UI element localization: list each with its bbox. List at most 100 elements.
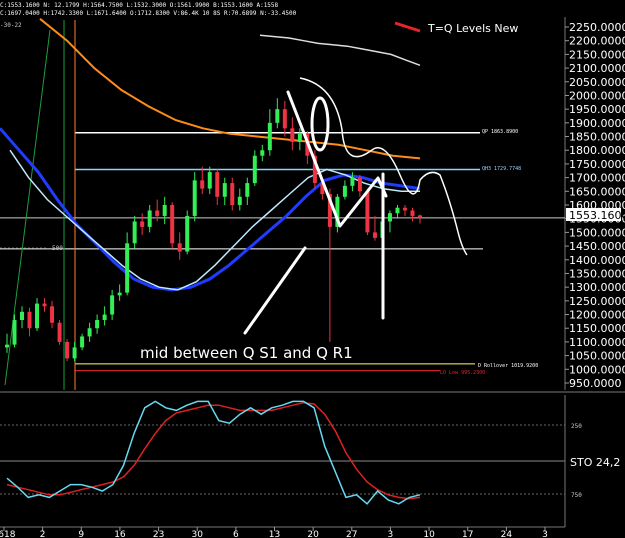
- level-label-rollover: D Rollover 1019.9200: [478, 363, 538, 369]
- chart-header-date: -30-22: [0, 22, 22, 29]
- chart-header-sub: C:1697.0400 H:1742.3300 L:1671.6400 O:17…: [0, 10, 297, 17]
- candle-body: [110, 295, 115, 315]
- price-tick-label: 1000.0000: [569, 363, 625, 376]
- price-tick-label: 2200.0000: [569, 35, 625, 48]
- candle-body: [230, 183, 235, 205]
- date-tick-label: 9: [78, 530, 84, 538]
- candle-body: [102, 314, 107, 321]
- candle-body: [395, 207, 400, 214]
- price-tick-label: 2100.0000: [569, 62, 625, 75]
- candle-body: [200, 180, 205, 189]
- candle-body: [365, 191, 370, 233]
- price-tick-label: 1650.0000: [569, 185, 625, 198]
- date-tick-label: 24: [501, 530, 513, 538]
- stoch-tick-top: 250: [571, 423, 582, 430]
- level-label-qh3: QH3 1729.7748: [482, 166, 521, 172]
- stoch-tick-bottom: 750: [571, 492, 582, 499]
- candle-body: [35, 303, 40, 329]
- date-tick-label: 23: [153, 530, 164, 538]
- price-tick-label: 1250.0000: [569, 295, 625, 308]
- price-tick-label: 1450.0000: [569, 240, 625, 253]
- date-tick-label: 6: [233, 530, 239, 538]
- candle-body: [20, 311, 25, 321]
- price-tick-label: 2150.0000: [569, 48, 625, 61]
- date-tick-label: 2: [40, 530, 46, 538]
- candle-body: [147, 210, 152, 227]
- current-price-label: 1553.1600: [569, 209, 625, 222]
- stochastic-pane: [0, 395, 566, 527]
- candle-body: [5, 344, 9, 348]
- candle-body: [215, 172, 220, 197]
- date-tick-label: 17: [462, 530, 473, 538]
- candle-body: [162, 205, 167, 216]
- date-tick-label: 30: [191, 530, 203, 538]
- candle-body: [357, 177, 362, 192]
- candle-body: [252, 155, 257, 184]
- candlesticks: [5, 98, 422, 362]
- drawing-diagonal: [243, 246, 307, 335]
- annotation-mid: mid between Q S1 and Q R1: [140, 344, 353, 362]
- price-tick-label: 2000.0000: [569, 89, 625, 102]
- candle-body: [290, 128, 295, 143]
- candle-body: [185, 215, 190, 252]
- date-tick-label: 10: [423, 530, 435, 538]
- candle-body: [297, 133, 302, 143]
- price-tick-label: 1200.0000: [569, 309, 625, 322]
- price-tick-label: 1700.0000: [569, 172, 625, 185]
- price-tick-label: 950.0000: [569, 377, 622, 390]
- candle-body: [177, 243, 182, 252]
- candle-body: [260, 150, 265, 156]
- candle-body: [72, 347, 77, 359]
- price-tick-label: 1400.0000: [569, 254, 625, 267]
- candle-body: [410, 210, 415, 216]
- price-tick-label: 2250.0000: [569, 21, 625, 34]
- level-lines: [0, 20, 565, 390]
- candle-body: [42, 303, 47, 307]
- date-tick-label: 13: [269, 530, 280, 538]
- candle-body: [387, 213, 392, 222]
- price-tick-label: 1900.0000: [569, 117, 625, 130]
- stoch-k-line: [6, 400, 421, 505]
- candle-body: [95, 320, 100, 329]
- candle-body: [87, 328, 92, 337]
- price-tick-label: 2050.0000: [569, 76, 625, 89]
- price-tick-label: 1150.0000: [569, 322, 625, 335]
- candle-body: [222, 183, 227, 197]
- date-tick-label: 1618: [0, 530, 16, 538]
- candle-body: [50, 306, 55, 323]
- candle-body: [275, 109, 280, 123]
- candle-body: [170, 205, 175, 244]
- price-tick-label: 1950.0000: [569, 103, 625, 116]
- candle-body: [125, 243, 130, 293]
- date-axis: 1618 2 9 16 23 30 6 13 20 27 3 10 17 24 3: [0, 527, 548, 538]
- level-label-qp: QP 1863.8900: [482, 129, 518, 135]
- candle-body: [267, 122, 272, 151]
- date-tick-label: 27: [346, 530, 357, 538]
- stoch-label: STO 24,2: [570, 456, 620, 469]
- date-tick-label: 16: [114, 530, 126, 538]
- legend-label: T=Q Levels New: [427, 22, 518, 35]
- candle-body: [245, 183, 250, 197]
- ma-line-orange: [39, 18, 421, 160]
- date-tick-label: 3: [388, 530, 394, 538]
- candle-body: [282, 109, 287, 129]
- date-tick-label: 3: [542, 530, 548, 538]
- candle-body: [57, 322, 62, 342]
- ma-line-lightblue: [9, 149, 420, 291]
- price-tick-label: 1350.0000: [569, 267, 625, 280]
- price-tick-label: 1750.0000: [569, 158, 625, 171]
- price-tick-label: 1050.0000: [569, 350, 625, 363]
- price-tick-label: 1500.0000: [569, 226, 625, 239]
- level-label-lo-low: LO Low 995.2300: [440, 370, 485, 376]
- price-tick-label: 1800.0000: [569, 144, 625, 157]
- legend-swatch: [394, 21, 421, 33]
- candle-body: [132, 221, 137, 244]
- candle-body: [402, 207, 407, 211]
- candle-body: [192, 180, 197, 216]
- diagonal-line-green: [4, 29, 51, 386]
- candle-body: [418, 215, 422, 218]
- candle-body: [237, 196, 242, 205]
- candle-body: [155, 210, 160, 216]
- candle-body: [207, 172, 212, 189]
- candle-body: [372, 232, 377, 238]
